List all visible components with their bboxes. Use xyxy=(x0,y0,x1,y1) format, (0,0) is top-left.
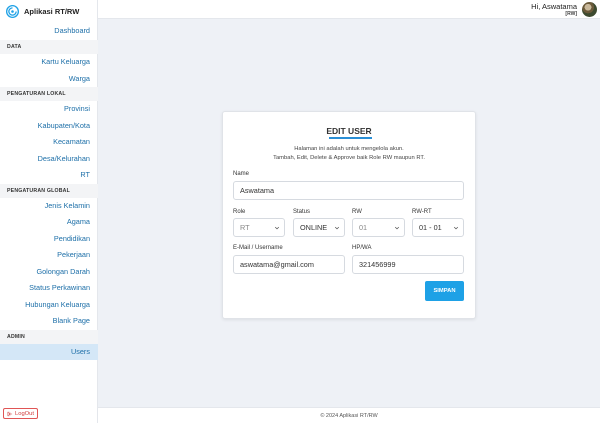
sidebar-item-status-perkawinan[interactable]: Status Perkawinan xyxy=(0,280,98,297)
app-logo-icon xyxy=(6,4,19,18)
app-title: Aplikasi RT/RW xyxy=(24,6,80,16)
logout-button[interactable]: LogOut xyxy=(3,408,39,419)
rwrt-label: RW-RT xyxy=(412,209,432,215)
description-line-1: Halaman ini adalah untuk mengelola akun. xyxy=(294,146,404,152)
sidebar-item-pendidikan[interactable]: Pendidikan xyxy=(0,231,98,248)
sidebar-item-jenis-kelamin[interactable]: Jenis Kelamin xyxy=(0,198,98,215)
sidebar-item-provinsi[interactable]: Provinsi xyxy=(0,101,98,118)
name-input[interactable]: Aswatama xyxy=(233,181,464,200)
footer: © 2024 Aplikasi RT/RW xyxy=(98,407,600,423)
brand[interactable]: Aplikasi RT/RW xyxy=(0,0,97,22)
chevron-down-icon xyxy=(274,226,280,229)
rwrt-value: 01 - 01 xyxy=(419,223,442,232)
sidebar-item-kecamatan[interactable]: Kecamatan xyxy=(0,134,98,151)
phone-label: HP/WA xyxy=(352,245,372,251)
logout-label: LogOut xyxy=(15,410,35,417)
sidebar: Aplikasi RT/RW Dashboard DATA Kartu Kelu… xyxy=(0,0,98,423)
chevron-down-icon xyxy=(453,226,459,229)
section-pengaturan-lokal: PENGATURAN LOKAL xyxy=(0,87,98,101)
sidebar-item-golongan-darah[interactable]: Golongan Darah xyxy=(0,264,98,281)
sidebar-item-rt[interactable]: RT xyxy=(0,167,98,184)
status-label: Status xyxy=(293,209,311,215)
sidebar-item-warga[interactable]: Warga xyxy=(0,71,98,88)
section-pengaturan-global: PENGATURAN GLOBAL xyxy=(0,183,98,198)
role-select[interactable]: RT xyxy=(233,218,285,237)
title-underline xyxy=(329,137,372,139)
role-label: Role xyxy=(233,209,246,215)
sidebar-item-kartu-keluarga[interactable]: Kartu Keluarga xyxy=(0,54,98,71)
logout-icon xyxy=(7,411,13,416)
sidebar-item-dashboard[interactable]: Dashboard xyxy=(0,23,98,40)
sidebar-item-agama[interactable]: Agama xyxy=(0,214,98,231)
role-value: RT xyxy=(240,223,250,232)
sidebar-item-blank-page[interactable]: Blank Page xyxy=(0,313,98,330)
save-button[interactable]: SIMPAN xyxy=(425,281,464,301)
phone-input[interactable]: 321456999 xyxy=(352,255,464,274)
page-title: EDIT USER xyxy=(326,126,372,136)
rw-value: 01 xyxy=(359,223,368,232)
sidebar-item-hubungan-keluarga[interactable]: Hubungan Keluarga xyxy=(0,297,98,314)
user-role-badge: [RW] xyxy=(565,11,577,17)
section-data: DATA xyxy=(0,40,98,54)
rw-select[interactable]: 01 xyxy=(352,218,405,237)
rwrt-select[interactable]: 01 - 01 xyxy=(412,218,464,237)
topbar: Hi, Aswatama [RW] xyxy=(98,0,600,19)
status-select[interactable]: ONLINE xyxy=(293,218,345,237)
avatar[interactable] xyxy=(582,2,597,17)
sidebar-item-users[interactable]: Users xyxy=(0,343,98,360)
email-input[interactable]: aswatama@gmail.com xyxy=(233,255,345,274)
user-greeting: Hi, Aswatama xyxy=(531,2,577,11)
sidebar-item-kabupaten-kota[interactable]: Kabupaten/Kota xyxy=(0,118,98,135)
email-label: E-Mail / Username xyxy=(233,245,283,251)
sidebar-nav: Dashboard DATA Kartu Keluarga Warga PENG… xyxy=(0,23,98,360)
user-info[interactable]: Hi, Aswatama [RW] xyxy=(531,2,577,17)
sidebar-item-desa-kelurahan[interactable]: Desa/Kelurahan xyxy=(0,151,98,168)
chevron-down-icon xyxy=(394,226,400,229)
name-label: Name xyxy=(233,171,250,177)
chevron-down-icon xyxy=(334,226,340,229)
sidebar-item-pekerjaan[interactable]: Pekerjaan xyxy=(0,247,98,264)
rw-label: RW xyxy=(352,209,362,215)
section-admin: ADMIN xyxy=(0,329,98,344)
status-value: ONLINE xyxy=(300,223,328,232)
description-line-2: Tambah, Edit, Delete & Approve baik Role… xyxy=(273,155,425,161)
